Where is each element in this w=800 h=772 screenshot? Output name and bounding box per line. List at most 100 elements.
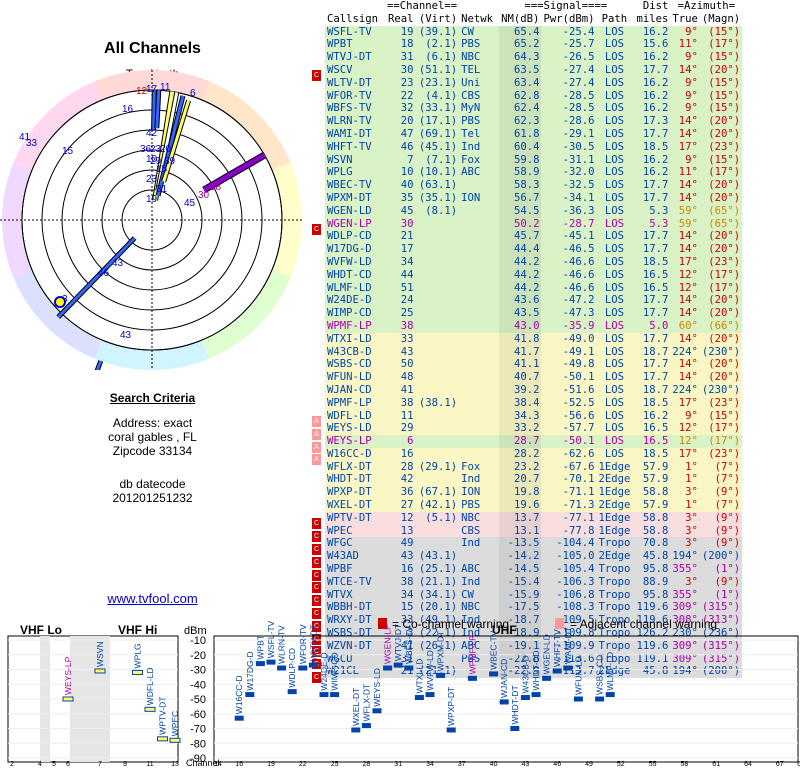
spectrum-station-mark[interactable]: [563, 665, 573, 671]
spectrum-station-mark[interactable]: [393, 662, 403, 668]
spectrum-station-mark[interactable]: [520, 695, 530, 701]
table-row[interactable]: WBBH-DT 15 (20.1) NBC -17.5 -108.3 Tropo 119.6 3…: [325, 601, 743, 615]
spectrum-station-mark[interactable]: [132, 669, 143, 675]
table-row[interactable]: WLRN-TV 20 (17.1) PBS 62.3 -28.6 LOS 17.3 14° (20…: [325, 115, 743, 128]
table-row[interactable]: WSVN 7 (7.1) Fox 59.8 -31.1 LOS 16.2 9° (15°): [325, 153, 743, 167]
table-row[interactable]: W24DE-D 24 43.6 -47.2 LOS 17.7 14° (20°): [325, 294, 743, 308]
spectrum-station-mark[interactable]: [414, 695, 424, 701]
table-row[interactable]: WEYS-LP 6 28.7 -50.1 LOS 16.5 12° (17°): [325, 435, 743, 448]
spectrum-station-mark[interactable]: [361, 723, 371, 729]
spectrum-station-mark[interactable]: [404, 665, 414, 671]
path-header[interactable]: Path: [596, 13, 632, 26]
table-row[interactable]: W43AD 43 (43.1) -14.2 -105.0 2Edge 45.8 194° (20…: [325, 550, 743, 564]
table-row[interactable]: WBFS-TV 32 (33.1) MyN 62.4 -28.5 LOS 16.2 9° (15°…: [325, 102, 743, 116]
table-row[interactable]: WHDT-DT 42 Ind 20.7 -70.1 2Edge 57.9 1° (7°): [325, 473, 743, 487]
table-row[interactable]: WPLG 10 (10.1) ABC 58.9 -32.0 LOS 16.2 11° (17°): [325, 166, 743, 180]
spectrum-station-mark[interactable]: [542, 675, 552, 681]
table-row[interactable]: WDLP-CD 21 45.7 -45.1 LOS 17.7 14° (20°): [325, 230, 743, 244]
table-row[interactable]: W17DG-D 17 44.4 -46.5 LOS 17.7 14° (20°): [325, 243, 743, 256]
table-row[interactable]: WBEC-TV 40 (63.1) 58.3 -32.5 LOS 17.7 14° (20°): [325, 179, 743, 192]
table-row[interactable]: WLTV-DT 23 (23.1) Uni 63.4 -27.4 LOS 16.2 9° (15°…: [325, 76, 743, 90]
spectrum-station-mark[interactable]: [383, 665, 393, 671]
table-row[interactable]: WTVJ-DT 31 (6.1) NBC 64.3 -26.5 LOS 16.2 9° (15°): [325, 51, 743, 64]
table-row[interactable]: WTCE-TV 38 (21.1) Ind -15.4 -106.3 Tropo 88.9 3°…: [325, 575, 743, 589]
table-row[interactable]: WPXP-DT 36 (67.1) ION 19.8 -71.1 1Edge 58.8 3° (9…: [325, 486, 743, 500]
spectrum-station-mark[interactable]: [308, 662, 318, 668]
table-row[interactable]: WSCV 30 (51.1) TEL 63.5 -27.4 LOS 17.7 14° (20°): [325, 63, 743, 77]
spectrum-station-mark[interactable]: [351, 727, 361, 733]
table-row[interactable]: WFOR-TV 22 (4.1) CBS 62.8 -28.5 LOS 16.2 9° (15°): [325, 89, 743, 103]
table-row[interactable]: WTXI-LD 33 41.8 -49.0 LOS 17.7 14° (20°): [325, 332, 743, 346]
spectrum-station-mark[interactable]: [245, 692, 255, 698]
table-row[interactable]: WGEN-LD 45 (8.1) 54.5 -36.3 LOS 5.3 59° (65°): [325, 204, 743, 218]
table-row[interactable]: WAMI-DT 47 (69.1) Tel 61.8 -29.1 LOS 17.7 14° (20…: [325, 127, 743, 141]
table-row[interactable]: WGEN-LP 30 50.2 -28.7 LOS 5.3 59° (65°): [325, 217, 743, 231]
spectrum-station-mark[interactable]: [94, 668, 106, 674]
spectrum-station-mark[interactable]: [298, 665, 308, 671]
spectrum-station-mark[interactable]: [266, 659, 276, 665]
spectrum-station-mark[interactable]: [510, 726, 520, 731]
spectrum-station-mark[interactable]: [169, 737, 181, 743]
table-row[interactable]: WFUN-LD 48 40.7 -50.1 LOS 17.7 14° (20°): [325, 371, 743, 384]
spectrum-station-mark[interactable]: [552, 668, 562, 674]
real-header[interactable]: Real: [385, 13, 415, 26]
table-row[interactable]: W16CC-D 16 28.2 -62.6 LOS 18.5 17° (23°): [325, 447, 743, 461]
table-row[interactable]: WPBF 16 (25.1) ABC -14.5 -105.4 Tropo 95.8 355° (…: [325, 563, 743, 576]
spectrum-station-mark[interactable]: [425, 692, 435, 698]
table-row[interactable]: WDFL-LD 11 34.3 -56.6 LOS 16.2 9° (15°): [325, 409, 743, 423]
netwk-header[interactable]: Netwk: [459, 13, 499, 26]
miles-header[interactable]: miles: [632, 13, 670, 26]
tvfool-link[interactable]: www.tvfool.com: [0, 592, 305, 606]
spectrum-station-mark[interactable]: [531, 692, 541, 698]
table-row[interactable]: WSFL-TV 19 (39.1) CW 65.4 -25.4 LOS 16.2 9° (15°): [325, 25, 743, 39]
callsign-header[interactable]: Callsign: [325, 13, 385, 26]
spectrum-station-mark[interactable]: [467, 675, 477, 681]
cell-netwk: [459, 448, 499, 461]
table-row[interactable]: WHFT-TV 46 (45.1) Ind 60.4 -30.5 LOS 18.5 17° (23…: [325, 140, 743, 154]
table-row[interactable]: WPMF-LP 38 43.0 -35.9 LOS 5.0 60° (66°): [325, 319, 743, 333]
spectrum-station-mark[interactable]: [234, 715, 244, 721]
table-row[interactable]: WLMF-LD 51 44.2 -46.6 LOS 16.5 12° (17°): [325, 281, 743, 295]
spectrum-station-mark[interactable]: [372, 708, 382, 714]
nm-header[interactable]: NM(dB): [499, 13, 541, 26]
spectrum-station-mark[interactable]: [446, 727, 456, 733]
spectrum-station-mark[interactable]: [255, 661, 265, 667]
table-row[interactable]: WPMF-LP 38 (38.1) 38.4 -52.5 LOS 18.5 17° (23°): [325, 396, 743, 410]
spectrum-station-mark[interactable]: [499, 699, 509, 705]
polar-station-bar[interactable]: [155, 90, 161, 129]
pwr-header[interactable]: Pwr(dBm): [541, 13, 596, 26]
magn-header[interactable]: (Magn): [700, 13, 742, 26]
spectrum-station-mark[interactable]: [157, 736, 168, 742]
table-row[interactable]: WHDT-CD 44 44.2 -46.6 LOS 16.5 12° (17°): [325, 268, 743, 282]
table-row[interactable]: WFLX-DT 28 (29.1) Fox 23.2 -67.6 1Edge 57.9 1° (7…: [325, 460, 743, 474]
table-row[interactable]: WPBT 18 (2.1) PBS 65.2 -25.7 LOS 15.6 11° (17°): [325, 38, 743, 52]
table-row[interactable]: WPTV-DT 12 (5.1) NBC 13.7 -77.1 1Edge 58.8 3° (9°…: [325, 511, 743, 525]
spectrum-station-mark[interactable]: [144, 706, 156, 712]
spectrum-station-mark[interactable]: [595, 696, 605, 702]
spectrum-station-mark[interactable]: [330, 692, 340, 698]
table-row[interactable]: WJAN-CD 41 39.2 -51.6 LOS 18.7 224° (230°): [325, 383, 743, 397]
table-row[interactable]: WFGC 49 Ind -13.5 -104.4 Tropo 70.8 3° (9°): [325, 537, 743, 551]
table-row[interactable]: WEYS-LD 29 33.2 -57.7 LOS 16.5 12° (17°): [325, 422, 743, 436]
virt-header[interactable]: (Virt): [415, 13, 459, 26]
spectrum-station-mark[interactable]: [62, 696, 74, 702]
table-row[interactable]: WVFW-LD 34 44.2 -46.6 LOS 18.5 17° (23°): [325, 255, 743, 269]
spectrum-station-mark[interactable]: [287, 689, 297, 695]
table-row[interactable]: WTVX 34 (34.1) CW -15.9 -106.8 Tropo 95.8 355° (1…: [325, 588, 743, 602]
spectrum-station-label: WFOR-TV: [298, 624, 308, 664]
polar-station-dot[interactable]: [54, 296, 66, 308]
table-row[interactable]: WPXM-DT 35 (35.1) ION 56.7 -34.1 LOS 17.7 14° (20…: [325, 191, 743, 205]
true-header[interactable]: True: [670, 13, 700, 26]
spectrum-station-mark[interactable]: [277, 665, 287, 671]
table-row[interactable]: WSBS-CD 50 41.1 -49.8 LOS 17.7 14° (20°): [325, 358, 743, 372]
polar-station-bar[interactable]: [152, 89, 156, 131]
table-row[interactable]: WPEC 13 CBS 13.1 -77.8 1Edge 58.8 3° (9°): [325, 524, 743, 538]
table-row[interactable]: W43CB-D 43 41.7 -49.1 LOS 18.7 224° (230°): [325, 345, 743, 359]
spectrum-station-mark[interactable]: [319, 692, 329, 698]
table-row[interactable]: WXEL-DT 27 (42.1) PBS 19.6 -71.3 2Edge 57.9 1° (7…: [325, 499, 743, 512]
spectrum-station-mark[interactable]: [489, 671, 499, 677]
spectrum-station-mark[interactable]: [436, 672, 446, 678]
spectrum-station-mark[interactable]: [605, 692, 615, 698]
table-row[interactable]: WIMP-CD 25 43.5 -47.3 LOS 17.7 14° (20°): [325, 307, 743, 320]
spectrum-station-mark[interactable]: [573, 696, 583, 702]
